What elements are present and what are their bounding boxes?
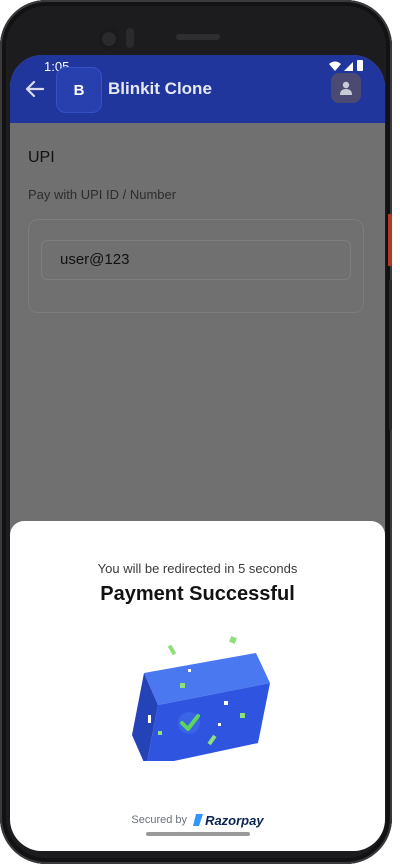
- profile-button[interactable]: [331, 73, 361, 103]
- upi-title: UPI: [28, 149, 55, 166]
- home-indicator[interactable]: [146, 832, 250, 836]
- success-title: Payment Successful: [100, 583, 295, 605]
- battery-icon: [357, 60, 363, 71]
- upi-id-input[interactable]: user@123: [41, 240, 351, 280]
- razorpay-brand: Razorpay: [205, 812, 264, 828]
- redirect-message: You will be redirected in 5 seconds: [97, 561, 298, 576]
- status-icons: [327, 59, 367, 73]
- proximity-sensor: [126, 28, 134, 48]
- secured-by-row: Secured by Razorpay: [10, 811, 385, 829]
- success-box-checkmark-icon: [122, 631, 282, 767]
- phone-screen: 1:05 B Blinkit Clone UPI Pay with UPI ID…: [10, 55, 385, 851]
- phone-frame: 1:05 B Blinkit Clone UPI Pay with UPI ID…: [0, 0, 392, 864]
- payment-success-sheet: You will be redirected in 5 seconds Paym…: [10, 521, 385, 851]
- upi-subtitle: Pay with UPI ID / Number: [28, 187, 177, 202]
- signal-icon: [344, 62, 353, 71]
- volume-button: [389, 280, 392, 430]
- earpiece-speaker: [176, 34, 220, 40]
- upi-card: user@123: [28, 219, 364, 313]
- razorpay-mark-icon: [193, 814, 204, 826]
- front-camera: [98, 28, 120, 50]
- secured-by-label: Secured by: [131, 814, 188, 826]
- app-title: Blinkit Clone: [108, 79, 212, 98]
- wifi-icon: [329, 61, 341, 71]
- power-button: [388, 214, 392, 266]
- razorpay-logo: Razorpay: [193, 813, 264, 828]
- back-arrow-icon[interactable]: [24, 79, 46, 99]
- user-icon: [340, 81, 352, 95]
- app-header: 1:05 B Blinkit Clone: [10, 55, 385, 123]
- app-logo: B: [56, 67, 102, 113]
